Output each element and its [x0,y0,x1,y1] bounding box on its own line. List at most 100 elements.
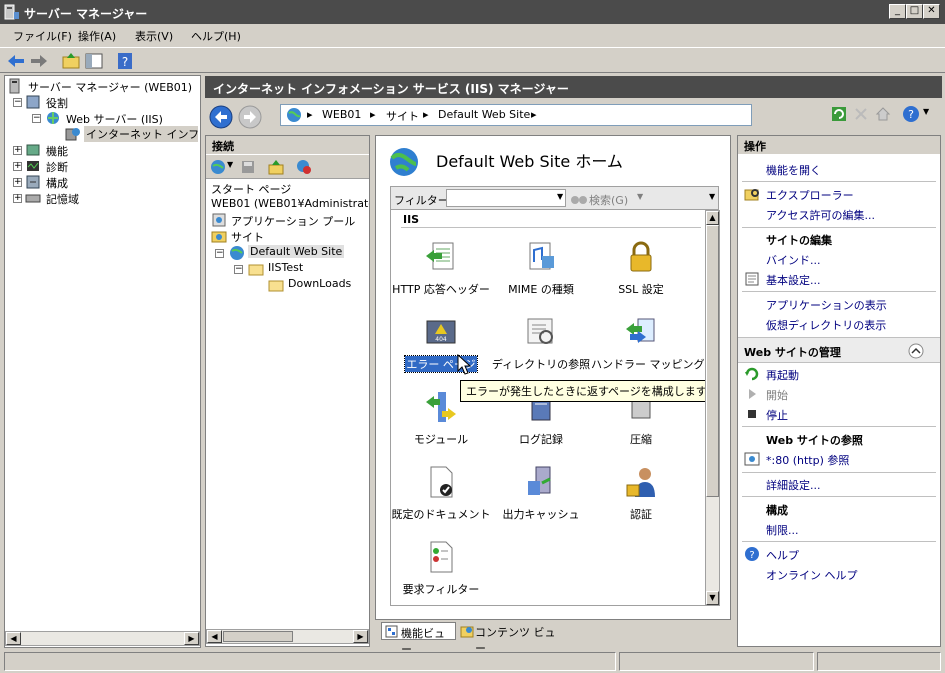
breadcrumb[interactable]: ▸ WEB01 ▸ サイト ▸ Default Web Site ▸ [280,104,752,126]
collapse-roles-icon[interactable]: − [13,98,22,107]
manage-site-header: Web サイトの管理 [738,337,940,363]
roles-icon [26,95,40,109]
stop-icon[interactable] [853,106,869,122]
feature-vscrollbar[interactable]: ▲ ▼ [705,210,720,606]
breadcrumb-site[interactable]: Default Web Site [438,108,530,121]
connect-dropdown-icon[interactable]: ▼ [227,160,233,169]
search-button[interactable]: 検索(G) [589,192,628,208]
scroll-right-icon[interactable]: ▶ [353,630,368,643]
tab-features-view[interactable]: 機能ビュー [381,622,456,656]
search-dropdown-icon[interactable]: ▼ [637,192,643,201]
conn-sites[interactable]: サイト [231,229,264,245]
tree-web-server[interactable]: Web サーバー (IIS) [66,111,163,127]
action-start[interactable]: 開始 [766,387,788,403]
help-icon[interactable]: ? [902,105,920,123]
close-button[interactable]: ✕ [923,4,940,19]
conn-server[interactable]: WEB01 (WEB01¥Administrator) [211,197,369,210]
scroll-thumb[interactable] [706,225,719,497]
expand-diagnostics-icon[interactable]: + [13,162,22,171]
tree-storage[interactable]: 記憶域 [46,191,79,207]
action-help[interactable]: ヘルプ [766,547,799,567]
feature-error-pages[interactable]: 404 エラー ページ [391,315,491,373]
nav-forward-icon[interactable] [238,105,262,129]
tree-configuration[interactable]: 構成 [46,175,68,191]
expand-features-icon[interactable]: + [13,146,22,155]
breadcrumb-sites[interactable]: サイト [386,108,419,124]
tree-hscrollbar[interactable]: ◀ ▶ [5,631,200,646]
action-online-help[interactable]: オンライン ヘルプ [766,567,858,587]
tab-content-view[interactable]: コンテンツ ビュー [458,622,558,655]
conn-app-pools[interactable]: アプリケーション プール [231,213,355,229]
breadcrumb-server[interactable]: WEB01 [322,108,361,121]
conn-default-site[interactable]: Default Web Site [248,245,345,258]
feature-directory-browsing[interactable]: ディレクトリの参照 [491,315,591,372]
up-level-icon[interactable] [268,159,284,175]
menu-file[interactable]: ファイル(F) [13,28,72,44]
expand-storage-icon[interactable]: + [13,194,22,203]
collapse-iistest-icon[interactable]: − [234,265,243,274]
feature-mime-types[interactable]: MIME の種類 [491,240,591,297]
collapse-web-server-icon[interactable]: − [32,114,41,123]
minimize-button[interactable]: _ [889,4,906,19]
conn-iistest[interactable]: IISTest [268,261,303,274]
menu-help[interactable]: ヘルプ(H) [191,28,241,44]
tree-iis-manager[interactable]: インターネット インフォメ [84,126,198,142]
delete-connection-icon[interactable] [296,159,312,175]
filter-input[interactable] [446,189,566,207]
show-hide-tree-icon[interactable] [84,51,104,71]
menu-action[interactable]: 操作(A) [78,28,116,44]
collapse-section-icon[interactable] [908,343,924,359]
save-icon[interactable] [240,159,256,175]
action-stop[interactable]: 停止 [766,407,788,427]
feature-default-document[interactable]: 既定のドキュメント [391,465,491,522]
filter-dropdown-icon[interactable]: ▼ [557,192,563,201]
feature-output-caching[interactable]: 出力キャッシュ [491,465,591,522]
refresh-icon[interactable] [831,106,847,122]
conn-start-page[interactable]: スタート ページ [211,181,291,197]
scroll-left-icon[interactable]: ◀ [207,630,222,643]
feature-http-response-headers[interactable]: HTTP 応答ヘッダー [391,240,491,297]
scroll-left-icon[interactable]: ◀ [6,632,21,645]
feature-view: Default Web Site ホーム フィルター: ▼ 検索(G) ▼ ▼ … [375,135,731,620]
maximize-button[interactable]: □ [906,4,923,19]
action-edit-permissions[interactable]: アクセス許可の編集... [766,207,875,227]
forward-arrow-icon[interactable] [29,51,49,71]
scroll-down-icon[interactable]: ▼ [706,591,719,605]
scroll-up-icon[interactable]: ▲ [706,211,719,225]
home-icon[interactable] [875,106,891,122]
expand-configuration-icon[interactable]: + [13,178,22,187]
action-open-feature[interactable]: 機能を開く [766,162,821,182]
action-explorer[interactable]: エクスプローラー [766,187,854,207]
connect-globe-icon[interactable] [210,159,226,175]
action-view-virtual-dirs[interactable]: 仮想ディレクトリの表示 [766,317,886,337]
back-arrow-icon[interactable] [6,51,26,71]
action-restart[interactable]: 再起動 [766,367,799,387]
conn-hscrollbar[interactable]: ◀ ▶ [206,629,369,644]
divider [742,181,936,182]
action-bindings[interactable]: バインド... [766,252,821,272]
menu-bar: ファイル(F) 操作(A) 表示(V) ヘルプ(H) [0,24,945,46]
menu-view[interactable]: 表示(V) [135,28,173,44]
tree-roles[interactable]: 役割 [46,95,68,111]
scroll-thumb[interactable] [223,631,293,642]
action-view-applications[interactable]: アプリケーションの表示 [766,297,887,317]
svg-text:?: ? [908,108,914,121]
up-folder-icon[interactable] [61,51,81,71]
feature-request-filtering[interactable]: 要求フィルター [391,540,491,597]
action-browse-80[interactable]: *:80 (http) 参照 [766,452,849,472]
group-dropdown-icon[interactable]: ▼ [709,192,715,201]
help-book-icon[interactable]: ? [115,51,135,71]
action-basic-settings[interactable]: 基本設定... [766,272,821,292]
action-limits[interactable]: 制限... [766,522,799,542]
tree-diagnostics[interactable]: 診断 [46,159,68,175]
collapse-site-icon[interactable]: − [215,249,224,258]
tree-features[interactable]: 機能 [46,143,68,159]
action-advanced-settings[interactable]: 詳細設定... [766,477,821,497]
feature-authentication[interactable]: 認証 [591,465,691,522]
help-dropdown-icon[interactable]: ▼ [923,107,929,116]
feature-ssl-settings[interactable]: SSL 設定 [591,240,691,297]
feature-handler-mappings[interactable]: ハンドラー マッピング [591,315,705,372]
nav-back-icon[interactable] [209,105,233,129]
conn-downloads[interactable]: DownLoads [288,277,351,290]
scroll-right-icon[interactable]: ▶ [184,632,199,645]
